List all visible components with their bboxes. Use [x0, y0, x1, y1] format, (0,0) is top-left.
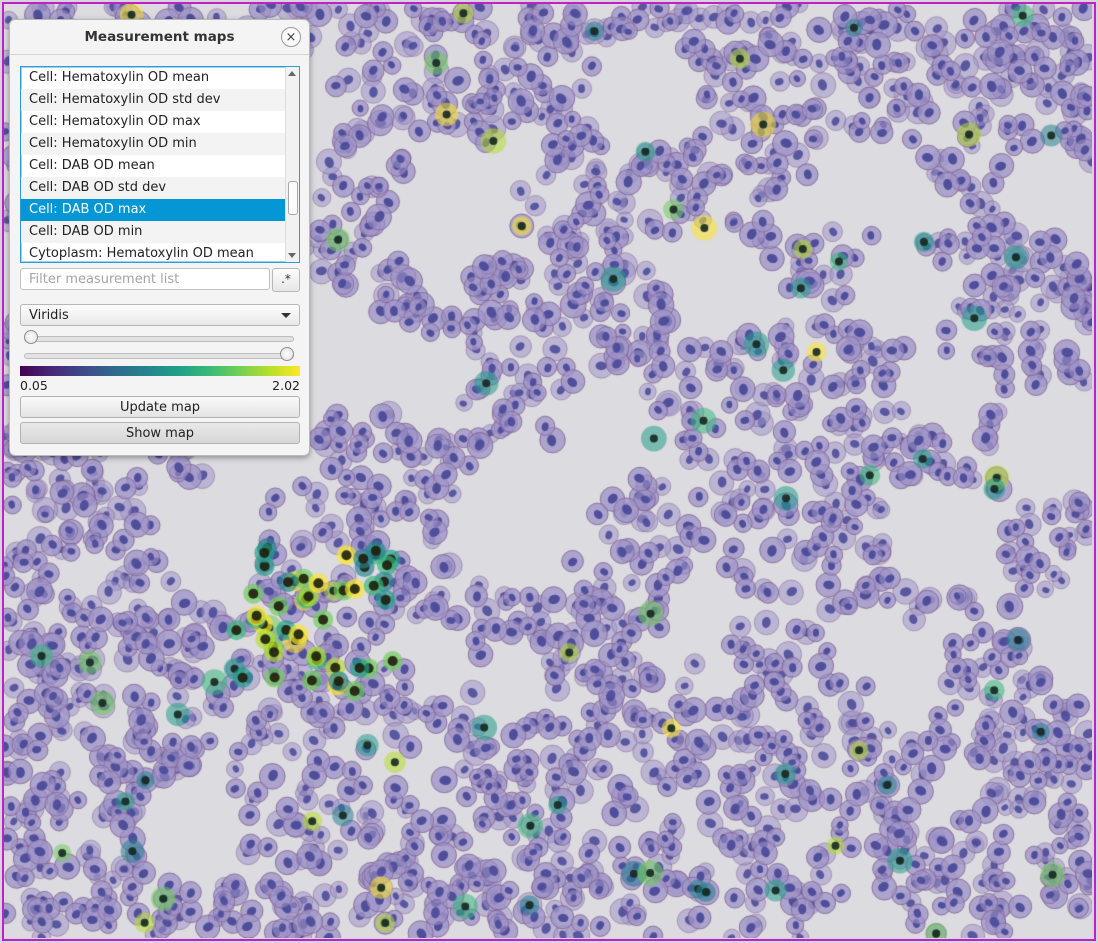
measurement-list-item[interactable]: Cell: DAB OD std dev [21, 177, 299, 199]
list-scrollbar[interactable] [285, 67, 299, 262]
min-slider-track [24, 336, 294, 342]
update-map-button[interactable]: Update map [20, 396, 300, 418]
colormap-bar [20, 366, 300, 376]
scroll-up-arrow-icon[interactable] [288, 71, 296, 76]
measurement-list-item[interactable]: Cell: Hematoxylin OD min [21, 133, 299, 155]
panel-title: Measurement maps [84, 29, 235, 45]
colormap-select-value: Viridis [29, 308, 69, 323]
image-viewer[interactable]: Measurement maps × Cell: Hematoxylin OD … [0, 0, 1098, 943]
colormap-select[interactable]: Viridis [20, 304, 300, 326]
min-slider-thumb[interactable] [24, 330, 38, 344]
measurement-list-item[interactable]: Cell: DAB OD max [21, 199, 299, 221]
panel-header: Measurement maps × [10, 20, 309, 55]
range-max-label: 2.02 [272, 378, 300, 393]
max-slider[interactable] [24, 347, 294, 363]
measurement-list-item[interactable]: Cell: DAB OD min [21, 221, 299, 243]
show-map-button[interactable]: Show map [20, 422, 300, 444]
filter-input[interactable] [20, 268, 270, 290]
chevron-down-icon [281, 313, 291, 318]
measurement-list-item[interactable]: Cell: Hematoxylin OD max [21, 111, 299, 133]
scroll-down-arrow-icon[interactable] [288, 253, 296, 258]
measurement-list-items: Cell: Hematoxylin OD mean Cell: Hematoxyl… [21, 67, 299, 262]
max-slider-thumb[interactable] [280, 347, 294, 361]
measurement-list-item[interactable]: Cell: Hematoxylin OD std dev [21, 89, 299, 111]
close-icon[interactable]: × [281, 27, 301, 47]
measurement-list-item[interactable]: Cell: DAB OD mean [21, 155, 299, 177]
measurement-maps-panel: Measurement maps × Cell: Hematoxylin OD … [9, 19, 310, 456]
max-slider-track [24, 353, 294, 359]
filter-row: .* [20, 268, 300, 292]
measurement-list-item[interactable]: Cell: Hematoxylin OD mean [21, 67, 299, 89]
regex-toggle-button[interactable]: .* [272, 268, 300, 292]
measurement-list-item[interactable]: Cytoplasm: Hematoxylin OD mean [21, 243, 299, 262]
range-min-label: 0.05 [20, 378, 48, 393]
scrollbar-thumb[interactable] [288, 181, 298, 215]
measurement-list[interactable]: Cell: Hematoxylin OD mean Cell: Hematoxyl… [20, 66, 300, 263]
min-slider[interactable] [24, 330, 294, 346]
